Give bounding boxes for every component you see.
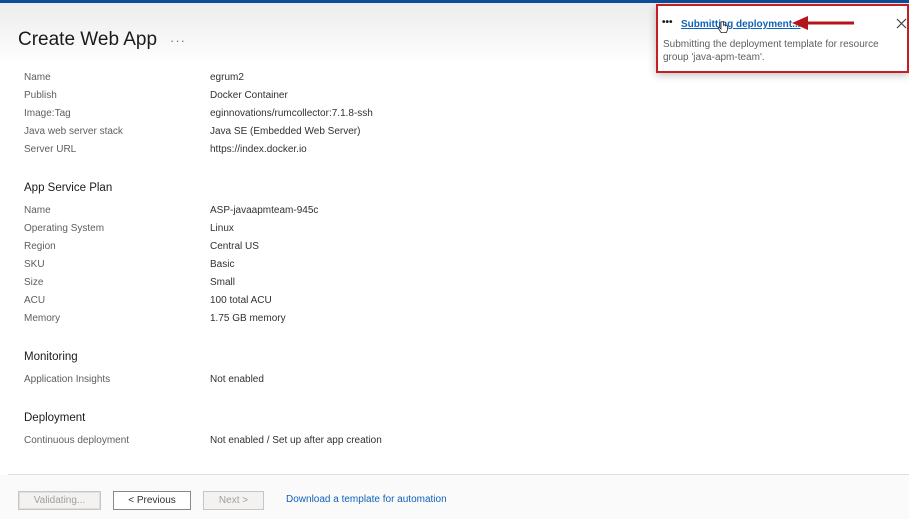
detail-value: egrum2	[210, 72, 244, 83]
footer-divider	[8, 474, 909, 475]
detail-row-publish: Publish Docker Container	[24, 90, 624, 106]
notification-message: Submitting the deployment template for r…	[663, 39, 879, 63]
download-template-link[interactable]: Download a template for automation	[286, 494, 447, 505]
plan-value: 1.75 GB memory	[210, 313, 286, 324]
red-arrow-icon	[792, 16, 854, 30]
detail-row-java-stack: Java web server stack Java SE (Embedded …	[24, 126, 624, 142]
plan-value: Central US	[210, 241, 259, 252]
previous-button[interactable]: < Previous	[113, 491, 191, 510]
detail-row-image-tag: Image:Tag eginnovations/rumcollector:7.1…	[24, 108, 624, 124]
monitoring-row-app-insights: Application Insights Not enabled	[24, 374, 624, 390]
notification-title-link[interactable]: Submitting deployment...	[681, 19, 800, 30]
detail-label: Name	[24, 72, 51, 83]
plan-label: Region	[24, 241, 56, 252]
plan-value: 100 total ACU	[210, 295, 272, 306]
detail-label: Java web server stack	[24, 126, 123, 137]
plan-label: ACU	[24, 295, 46, 306]
close-icon[interactable]	[896, 18, 907, 29]
detail-value: eginnovations/rumcollector:7.1.8-ssh	[210, 108, 373, 119]
plan-label: Name	[24, 205, 51, 216]
detail-row-server-url: Server URL https://index.docker.io	[24, 144, 624, 160]
plan-row-os: Operating System Linux	[24, 223, 624, 239]
section-title-monitoring: Monitoring	[24, 351, 78, 363]
section-title-app-service-plan: App Service Plan	[24, 182, 113, 194]
hand-cursor-icon	[717, 21, 728, 33]
plan-label: Memory	[24, 313, 61, 324]
plan-value: Small	[210, 277, 236, 288]
plan-row-region: Region Central US	[24, 241, 624, 257]
detail-value: Docker Container	[210, 90, 288, 101]
plan-label: Operating System	[24, 223, 105, 234]
validating-button[interactable]: Validating...	[18, 491, 101, 510]
detail-label: Publish	[24, 90, 57, 101]
plan-row-size: Size Small	[24, 277, 624, 293]
plan-row-memory: Memory 1.75 GB memory	[24, 313, 624, 329]
plan-value: Linux	[210, 223, 234, 234]
plan-row-acu: ACU 100 total ACU	[24, 295, 624, 311]
more-icon[interactable]: ···	[170, 33, 186, 48]
monitoring-label: Application Insights	[24, 374, 111, 385]
next-button[interactable]: Next >	[203, 491, 264, 510]
plan-value: Basic	[210, 259, 235, 270]
plan-label: SKU	[24, 259, 45, 270]
plan-value: ASP-javaapmteam-945c	[210, 205, 319, 216]
plan-label: Size	[24, 277, 44, 288]
plan-row-sku: SKU Basic	[24, 259, 624, 275]
deployment-label: Continuous deployment	[24, 435, 130, 446]
detail-value: Java SE (Embedded Web Server)	[210, 126, 361, 137]
plan-row-name: Name ASP-javaapmteam-945c	[24, 205, 624, 221]
page-title: Create Web App	[18, 29, 158, 50]
deployment-row-continuous: Continuous deployment Not enabled / Set …	[24, 435, 624, 451]
detail-label: Server URL	[24, 144, 77, 155]
progress-dots-icon: •••	[662, 17, 673, 28]
detail-row-name: Name egrum2	[24, 72, 624, 88]
deployment-value: Not enabled / Set up after app creation	[210, 435, 382, 446]
detail-label: Image:Tag	[24, 108, 71, 119]
detail-value: https://index.docker.io	[210, 144, 307, 155]
monitoring-value: Not enabled	[210, 374, 264, 385]
section-title-deployment: Deployment	[24, 412, 86, 424]
